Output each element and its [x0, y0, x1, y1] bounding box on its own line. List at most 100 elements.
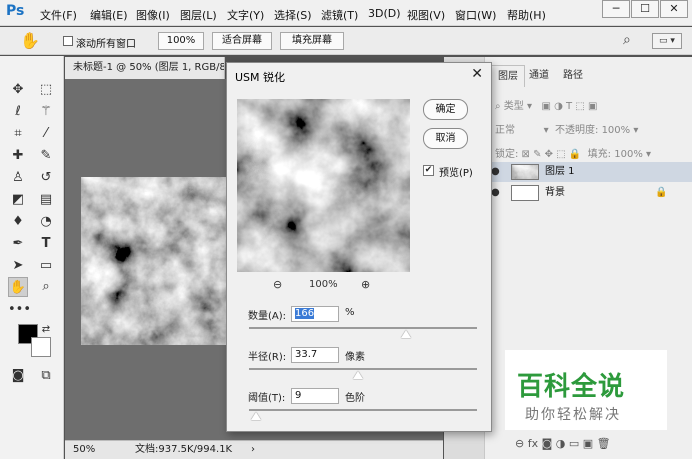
search-icon[interactable]: ⌕ [623, 32, 631, 48]
preview-checkbox[interactable]: ✔ [423, 165, 434, 176]
amount-unit: % [345, 307, 355, 318]
tab-paths[interactable]: 路径 [557, 65, 589, 87]
screen-mode-icon[interactable]: ⧉ [36, 366, 56, 386]
threshold-unit: 色阶 [345, 393, 365, 404]
threshold-input[interactable]: 9 [291, 388, 339, 404]
path-selection-icon[interactable]: ➤ [8, 256, 28, 276]
layer-filter-label: 类型 [503, 101, 524, 112]
opacity-value[interactable]: 100% [602, 125, 631, 136]
maximize-button[interactable]: ☐ [631, 0, 659, 18]
magic-wand-icon[interactable]: ⚚ [36, 102, 56, 122]
move-icon[interactable]: ✥ [8, 80, 28, 100]
preview-zoom-level: 100% [309, 279, 338, 290]
tab-layers[interactable]: 图层 [491, 65, 525, 87]
filter-preview[interactable] [237, 99, 410, 272]
menu-view[interactable]: 视图(V) [407, 7, 445, 23]
swap-colors-icon[interactable]: ⇄ [36, 320, 56, 340]
menu-select[interactable]: 选择(S) [274, 7, 312, 23]
blur-icon[interactable]: ♦ [8, 212, 28, 232]
visibility-eye-icon[interactable]: ● [491, 183, 500, 203]
layer-name: 图层 1 [545, 166, 575, 177]
rectangle-icon[interactable]: ▭ [36, 256, 56, 276]
gradient-icon[interactable]: ▤ [36, 190, 56, 210]
hand-icon[interactable]: ✋ [8, 277, 28, 297]
options-bar: ✋ 滚动所有窗口 100% 适合屏幕 填充屏幕 ⌕ ▭ ▾ [0, 27, 692, 55]
menu-3d[interactable]: 3D(D) [368, 7, 401, 20]
zoom-level[interactable]: 50% [73, 441, 95, 459]
photoshop-window: Ps 文件(F) 编辑(E) 图像(I) 图层(L) 文字(Y) 选择(S) 滤… [0, 0, 692, 459]
lock-icon: 🔒 [655, 187, 668, 198]
layer-actions-row[interactable]: ⊖ fx ◙ ◑ ▭ ▣ 🗑 [515, 437, 692, 450]
document-size-info: 文档:937.5K/994.1K [135, 444, 233, 455]
zoom-in-icon[interactable]: ⊕ [361, 278, 370, 291]
close-icon[interactable]: ✕ [471, 66, 483, 82]
hand-tool-preset-icon[interactable]: ✋ [20, 31, 40, 50]
workspace-switcher-icon[interactable]: ▭ ▾ [652, 33, 682, 49]
crop-icon[interactable]: ⌗ [8, 124, 28, 144]
close-window-button[interactable]: ✕ [660, 0, 688, 18]
pen-icon[interactable]: ✒ [8, 234, 28, 254]
brush-icon[interactable]: ✎ [36, 146, 56, 166]
menu-filter[interactable]: 滤镜(T) [321, 7, 358, 23]
fill-value[interactable]: 100% [614, 149, 643, 160]
amount-slider-track[interactable] [249, 327, 477, 329]
layer-row-background[interactable]: ● 背景 🔒 [485, 183, 692, 203]
menu-help[interactable]: 帮助(H) [507, 7, 546, 23]
cancel-button[interactable]: 取消 [423, 128, 468, 149]
lock-label: 锁定: [495, 149, 519, 160]
threshold-slider-track[interactable] [249, 409, 477, 411]
menu-layer[interactable]: 图层(L) [180, 7, 217, 23]
dodge-icon[interactable]: ◔ [36, 212, 56, 232]
blend-mode-row[interactable]: 正常 ▾ 不透明度: 100% ▾ [485, 121, 692, 136]
zoom-icon[interactable]: ⌕ [36, 277, 56, 297]
healing-brush-icon[interactable]: ✚ [8, 146, 28, 166]
document-tab[interactable]: 未标题-1 @ 50% (图层 1, RGB/8) [65, 57, 225, 79]
type-icon[interactable]: T [36, 234, 56, 254]
fit-screen-button[interactable]: 适合屏幕 [212, 32, 272, 50]
status-menu-arrow[interactable]: › [251, 441, 255, 459]
tools-panel: ✥ ⬚ ℓ ⚚ ⌗ ⁄ ✚ ✎ ♙ ↺ ◩ ▤ ♦ ◔ ✒ T ➤ ▭ ✋ ⌕ … [0, 56, 64, 459]
watermark-title: 百科全说 [517, 372, 626, 402]
menu-image[interactable]: 图像(I) [136, 7, 170, 23]
radius-slider-track[interactable] [249, 368, 477, 370]
ok-button[interactable]: 确定 [423, 99, 468, 120]
tab-channels[interactable]: 通道 [523, 65, 555, 87]
amount-slider-thumb[interactable] [401, 330, 412, 338]
layer-row-layer1[interactable]: ● 图层 1 [485, 162, 692, 182]
history-brush-icon[interactable]: ↺ [36, 168, 56, 188]
amount-input[interactable]: 166 [291, 306, 339, 322]
fill-screen-button[interactable]: 填充屏幕 [280, 32, 344, 50]
quick-mask-icon[interactable]: ◙ [8, 366, 28, 386]
layer-filter-row[interactable]: ⌕ 类型 ▾ ▣ ◑ T ⬚ ▣ [485, 97, 692, 112]
radius-input[interactable]: 33.7 [291, 347, 339, 363]
menu-window[interactable]: 窗口(W) [455, 7, 496, 23]
lock-row: 锁定: ⊠ ✎ ✥ ⬚ 🔒 填充: 100% ▾ [495, 149, 652, 160]
amount-value: 166 [295, 308, 315, 319]
marquee-icon[interactable]: ⬚ [36, 80, 56, 100]
threshold-label: 阈值(T): [248, 393, 286, 404]
scroll-all-windows-checkbox[interactable] [63, 36, 73, 46]
visibility-eye-icon[interactable]: ● [491, 162, 500, 182]
dialog-title: USM 锐化 [235, 71, 286, 84]
radius-slider-thumb[interactable] [353, 371, 364, 379]
zoom-out-icon[interactable]: ⊖ [273, 278, 282, 291]
menu-file[interactable]: 文件(F) [40, 7, 77, 23]
threshold-slider-thumb[interactable] [250, 412, 261, 420]
eyedropper-icon[interactable]: ⁄ [36, 124, 56, 144]
scroll-all-windows-label: 滚动所有窗口 [76, 39, 136, 50]
minimize-button[interactable]: ─ [602, 0, 630, 18]
menu-type[interactable]: 文字(Y) [227, 7, 264, 23]
lasso-icon[interactable]: ℓ [8, 102, 28, 122]
clone-stamp-icon[interactable]: ♙ [8, 168, 28, 188]
menu-bar: Ps 文件(F) 编辑(E) 图像(I) 图层(L) 文字(Y) 选择(S) 滤… [0, 0, 692, 26]
zoom-100-button[interactable]: 100% [158, 32, 204, 50]
blend-mode-select[interactable]: 正常 [495, 125, 515, 136]
background-color-swatch[interactable] [31, 337, 51, 357]
fill-label: 填充: [587, 149, 612, 160]
eraser-icon[interactable]: ◩ [8, 190, 28, 210]
menu-edit[interactable]: 编辑(E) [90, 7, 128, 23]
more-tools-icon[interactable]: ••• [8, 300, 31, 320]
layer1-thumbnail [511, 164, 539, 180]
radius-unit: 像素 [345, 352, 365, 363]
radius-label: 半径(R): [248, 352, 287, 363]
